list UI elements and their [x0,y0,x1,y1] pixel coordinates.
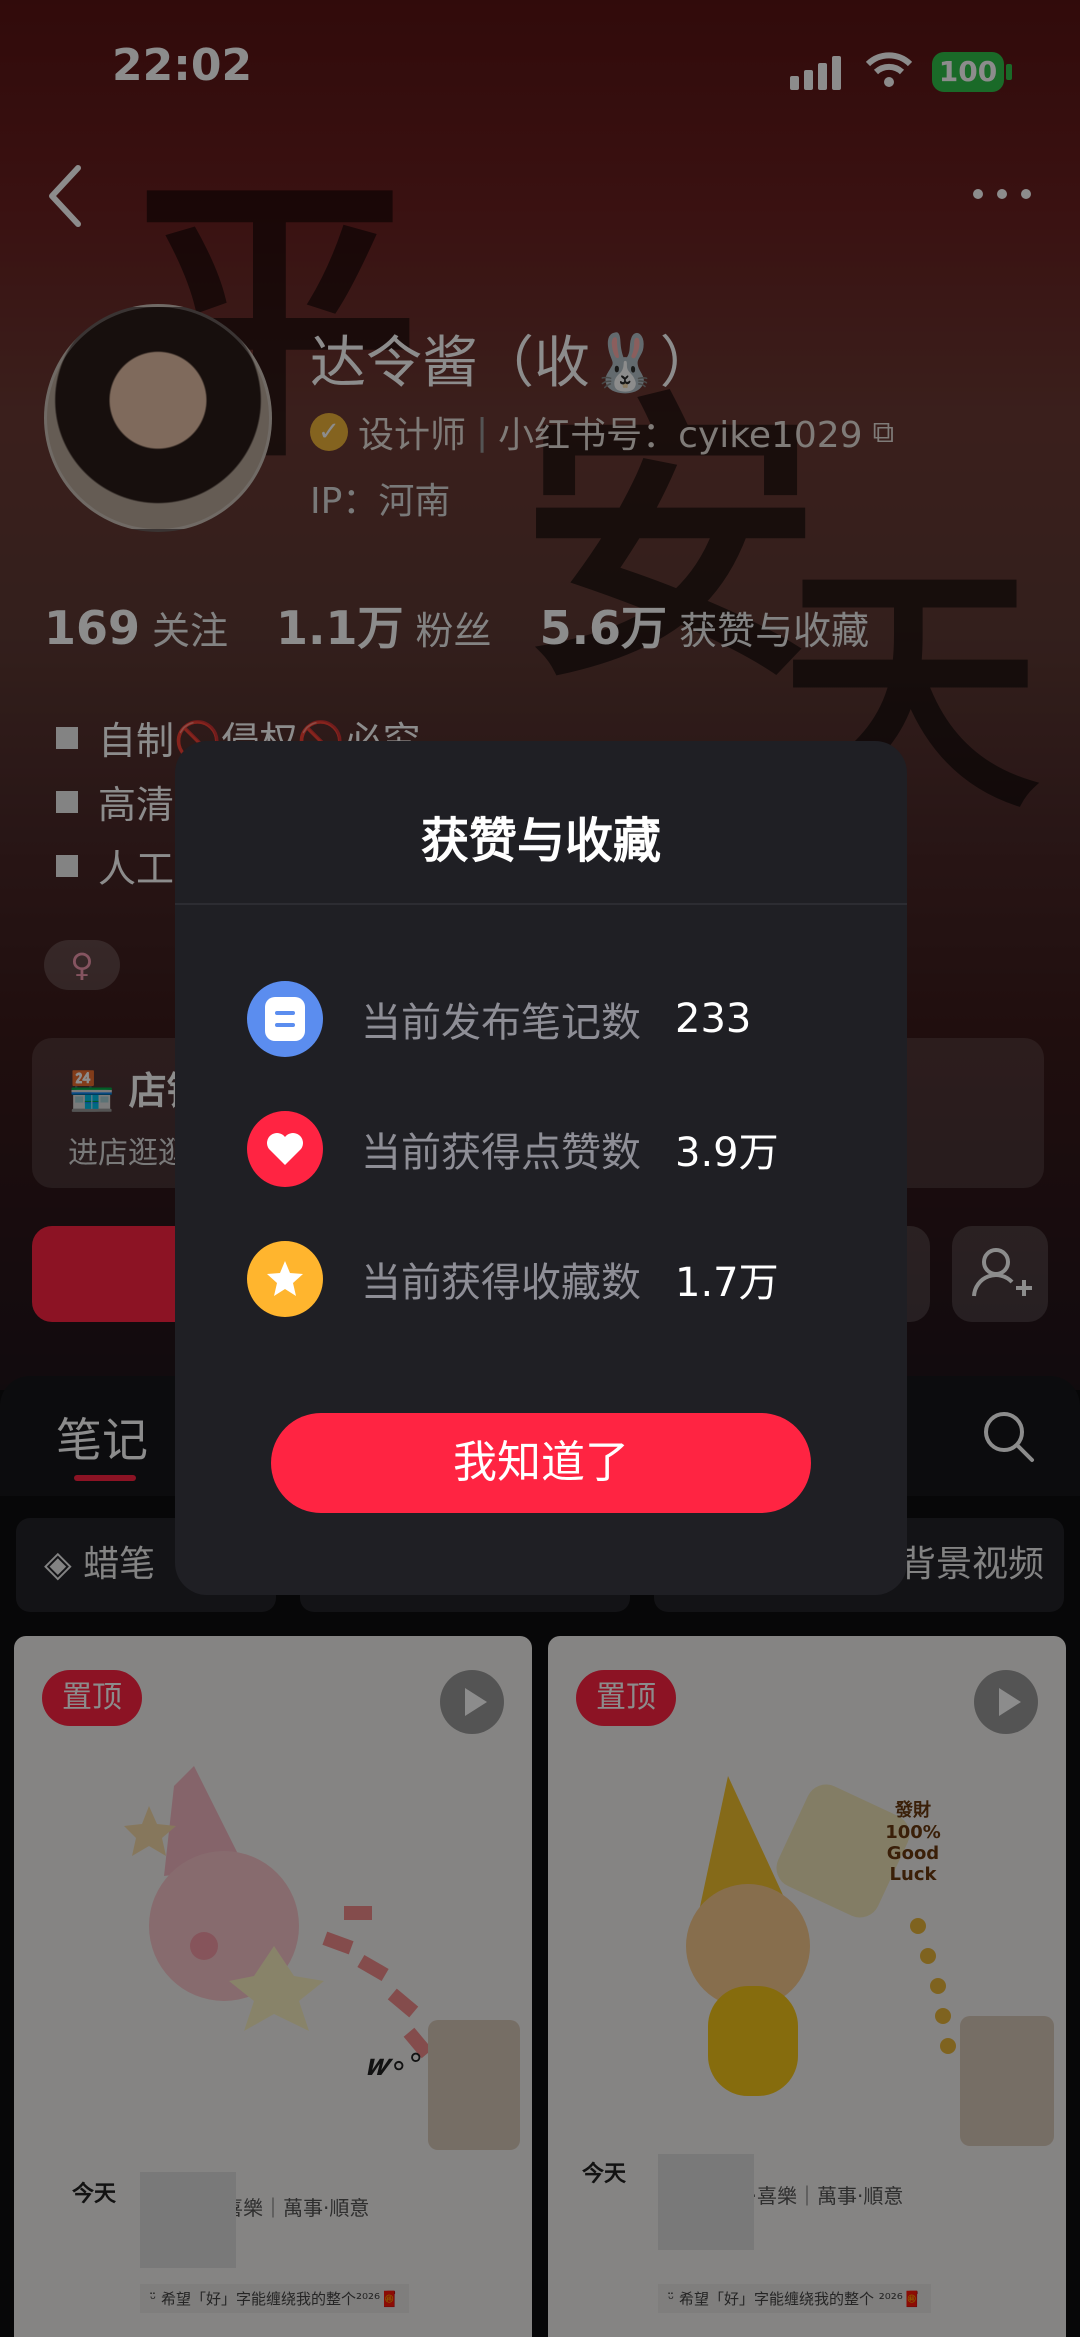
likes-collects-dialog: 获赞与收藏 当前发布笔记数 233 当前获得点赞数 3.9万 当前获得收藏数 1… [175,741,907,1595]
dialog-row-notes: 当前发布笔记数 233 [247,981,751,1057]
note-icon [247,981,323,1057]
star-icon [247,1241,323,1317]
heart-icon [247,1111,323,1187]
got-it-button[interactable]: 我知道了 [271,1413,811,1513]
dialog-divider [175,903,907,905]
dialog-row-likes: 当前获得点赞数 3.9万 [247,1111,779,1187]
dialog-row-collects: 当前获得收藏数 1.7万 [247,1241,779,1317]
dialog-title: 获赞与收藏 [420,813,661,869]
